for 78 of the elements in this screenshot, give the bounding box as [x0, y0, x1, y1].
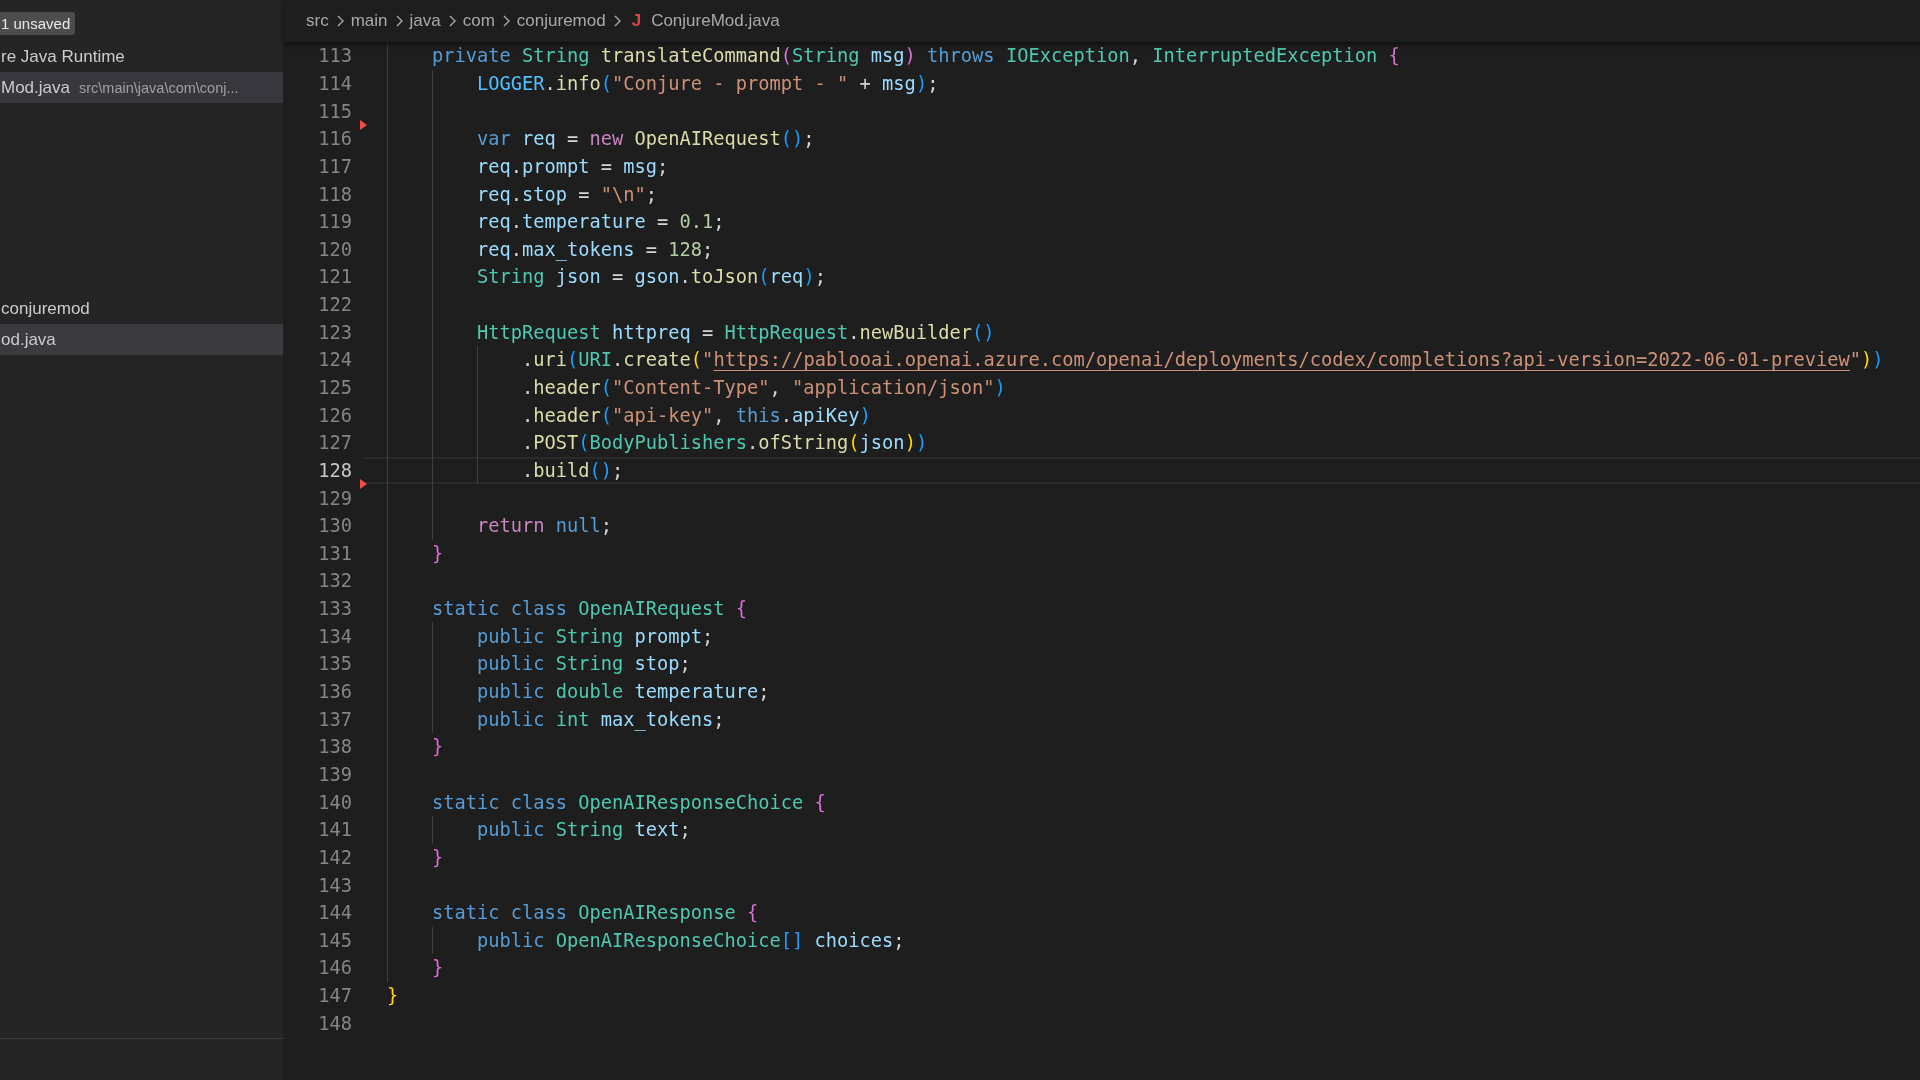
line-number: 124	[317, 349, 352, 371]
line-number: 137	[317, 708, 352, 730]
code-line: private String translateCommand(String msg) throws IOException, InterruptedException {	[431, 45, 1400, 67]
code-line: .build();	[521, 459, 624, 481]
line-number: 127	[317, 432, 352, 454]
line-number: 129	[317, 487, 352, 509]
code-line: public int max_tokens;	[476, 708, 725, 730]
file-path: src\main\java\com\conj...	[79, 79, 239, 96]
line-number: 113	[317, 45, 352, 67]
line-number: 115	[317, 100, 352, 122]
code-line: var req = new OpenAIRequest();	[476, 128, 815, 150]
line-number: 145	[317, 929, 352, 951]
code-line: static class OpenAIResponseChoice {	[431, 791, 826, 813]
line-number: 140	[317, 791, 352, 813]
code-line: req.prompt = msg;	[476, 155, 669, 177]
code-line: .header("Content-Type", "application/json")	[521, 377, 1006, 398]
code-line: public double temperature;	[476, 681, 770, 703]
code-line: .uri(URI.create("https://pablooai.openai.azure.com/openai/deployments/codex/completions?api-version=2022-06-01-preview"))	[521, 349, 1884, 371]
line-number: 136	[317, 681, 352, 703]
line-number: 143	[317, 874, 352, 896]
code-line: }	[431, 957, 444, 979]
line-number: 132	[317, 570, 352, 592]
code-line: }	[431, 846, 444, 868]
line-number: 123	[317, 321, 352, 343]
code-line: req.temperature = 0.1;	[476, 211, 725, 233]
breadcrumb-item[interactable]: ConjureMod.java	[651, 11, 780, 31]
line-number: 144	[317, 902, 352, 924]
code-line: static class OpenAIResponse {	[431, 902, 759, 924]
file-item[interactable]: re Java Runtime	[0, 41, 283, 72]
code-line: public OpenAIResponseChoice[] choices;	[476, 929, 905, 951]
file-item[interactable]: od.java	[0, 324, 283, 355]
code-line: .POST(BodyPublishers.ofString(json))	[521, 432, 928, 454]
line-number: 139	[317, 763, 352, 785]
code-line: HttpRequest httpreq = HttpRequest.newBuilder()	[476, 321, 995, 343]
breadcrumb-item[interactable]: com	[462, 11, 495, 31]
line-number: 122	[317, 294, 352, 316]
line-number: 128	[317, 459, 352, 481]
breadcrumb-item[interactable]: src	[306, 11, 329, 31]
breadcrumb-item[interactable]: main	[350, 11, 388, 31]
file-item[interactable]: Mod.java src\main\java\com\conj...	[0, 72, 283, 103]
breadcrumb-item[interactable]: java	[409, 11, 441, 31]
code-line: public String text;	[476, 819, 691, 841]
line-number: 147	[317, 985, 352, 1007]
line-number: 120	[317, 238, 352, 260]
line-number: 126	[317, 404, 352, 426]
file-item[interactable]: conjuremod	[0, 293, 283, 324]
line-number: 114	[317, 72, 352, 94]
line-number: 141	[317, 819, 352, 841]
code-line: static class OpenAIRequest {	[431, 598, 748, 620]
line-number: 133	[317, 598, 352, 620]
line-number: 134	[317, 625, 352, 647]
line-number: 142	[317, 846, 352, 868]
code-line: String json = gson.toJson(req);	[476, 266, 826, 288]
line-number: 130	[317, 515, 352, 537]
breadcrumb-item[interactable]: conjuremod	[516, 11, 606, 31]
code-line: LOGGER.info("Conjure - prompt - " + msg);	[476, 72, 939, 94]
code-line: public String prompt;	[476, 625, 714, 647]
line-number: 146	[317, 957, 352, 979]
code-line: }	[387, 985, 399, 1007]
line-number: 119	[317, 211, 352, 233]
java-file-icon: J	[631, 11, 642, 31]
line-number: 118	[317, 183, 352, 205]
code-line: req.max_tokens = 128;	[476, 238, 714, 260]
line-number: 138	[317, 736, 352, 758]
line-number: 121	[317, 266, 352, 288]
line-number: 116	[317, 128, 352, 150]
line-number: 135	[317, 653, 352, 675]
code-line: }	[431, 736, 444, 758]
line-number: 148	[317, 1012, 352, 1034]
code-line: .header("api-key", this.apiKey)	[521, 404, 871, 426]
code-line: }	[431, 542, 444, 564]
line-number: 131	[317, 542, 352, 564]
unsaved-badge: 1 unsaved	[0, 12, 76, 35]
code-line: return null;	[476, 515, 613, 537]
line-number: 125	[317, 377, 352, 398]
line-number: 117	[317, 155, 352, 177]
code-line: public String stop;	[476, 653, 691, 675]
code-line: req.stop = "\n";	[476, 183, 658, 205]
